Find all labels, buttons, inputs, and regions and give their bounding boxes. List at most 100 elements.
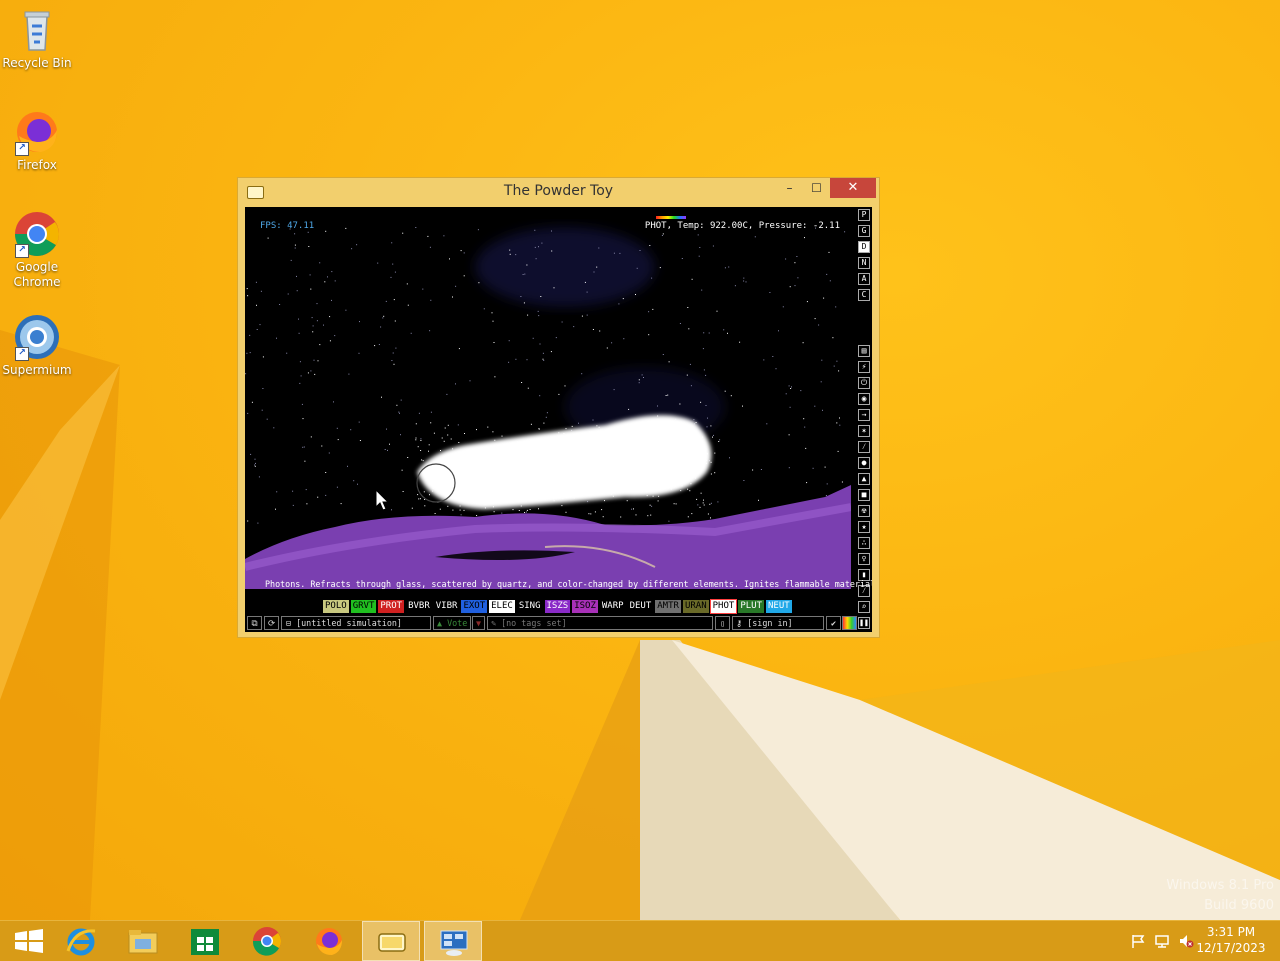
- category-force-icon[interactable]: →: [858, 409, 870, 421]
- start-icon: [15, 929, 43, 953]
- simulation-canvas[interactable]: [245, 207, 851, 589]
- element-bvbr-button[interactable]: BVBR: [406, 600, 432, 613]
- element-elec-button[interactable]: ELEC: [489, 600, 515, 613]
- display-mode-g-button[interactable]: G: [858, 225, 870, 237]
- recycle-bin-icon: [13, 6, 61, 54]
- element-uran-button[interactable]: URAN: [682, 600, 709, 613]
- category-solids-icon[interactable]: ■: [858, 489, 870, 501]
- element-iszs-button[interactable]: ISZS: [544, 600, 571, 613]
- volume-muted-icon[interactable]: [1178, 933, 1194, 949]
- element-phot-button[interactable]: PHOT: [709, 599, 738, 614]
- element-warp-button[interactable]: WARP: [599, 600, 626, 613]
- photon-particle: [307, 231, 309, 233]
- photon-particle: [393, 363, 395, 365]
- element-deut-button[interactable]: DEUT: [627, 600, 654, 613]
- photon-particle: [316, 320, 318, 322]
- element-grvt-button[interactable]: GRVT: [350, 600, 377, 613]
- render-options-icon[interactable]: [842, 616, 857, 630]
- desktop-icon-firefox[interactable]: ↗ Firefox: [0, 108, 74, 173]
- category-powders-icon[interactable]: ▲: [858, 473, 870, 485]
- photon-particle: [428, 444, 430, 446]
- display-mode-n-button[interactable]: N: [858, 257, 870, 269]
- taskbar-store[interactable]: [176, 921, 234, 961]
- reload-icon[interactable]: ⟳: [264, 616, 279, 630]
- taskbar-chrome[interactable]: [238, 921, 296, 961]
- element-prot-button[interactable]: PROT: [378, 600, 405, 613]
- tags-field[interactable]: ✎ [no tags set]: [487, 616, 713, 630]
- category-powered-icon[interactable]: ⏻: [858, 377, 870, 389]
- element-exot-button[interactable]: EXOT: [461, 600, 488, 613]
- taskbar-ie[interactable]: [52, 921, 110, 961]
- category-explosives-icon[interactable]: ✶: [858, 425, 870, 437]
- photon-particle: [541, 242, 543, 244]
- new-simulation-icon[interactable]: ▯: [715, 616, 730, 630]
- display-mode-p-button[interactable]: P: [858, 209, 870, 221]
- element-plut-button[interactable]: PLUT: [738, 600, 764, 613]
- taskbar-control-panel[interactable]: [424, 921, 482, 961]
- category-special-icon[interactable]: ★: [858, 521, 870, 533]
- photon-particle: [329, 340, 331, 342]
- photon-particle: [545, 416, 547, 418]
- game-area[interactable]: FPS: 47.11 PHOT, Temp: 922.00C, Pressure…: [245, 207, 872, 632]
- photon-particle: [391, 509, 392, 511]
- photon-particle: [601, 509, 603, 511]
- category-radioactive-icon[interactable]: ☢: [858, 505, 870, 517]
- photon-particle: [785, 258, 787, 260]
- sign-in-button[interactable]: ⚷ [sign in]: [732, 616, 824, 630]
- system-clock[interactable]: 3:31 PM 12/17/2023: [1196, 924, 1266, 956]
- display-mode-a-button[interactable]: A: [858, 273, 870, 285]
- photon-particle: [254, 464, 256, 466]
- category-electronics-icon[interactable]: ⚡: [858, 361, 870, 373]
- element-amtr-button[interactable]: AMTR: [655, 600, 681, 613]
- category-tools-icon[interactable]: ♀: [858, 553, 870, 565]
- photon-particle: [555, 337, 557, 339]
- open-browser-icon[interactable]: ⧉: [247, 616, 262, 630]
- photon-particle: [641, 374, 643, 376]
- category-walls-icon[interactable]: ▤: [858, 345, 870, 357]
- photon-particle: [378, 344, 380, 345]
- taskbar-file-explorer[interactable]: [114, 921, 172, 961]
- photon-particle: [493, 511, 495, 513]
- minimize-button[interactable]: –: [776, 178, 803, 198]
- element-sing-button[interactable]: SING: [516, 600, 543, 613]
- close-button[interactable]: ✕: [830, 178, 876, 198]
- taskbar-firefox[interactable]: [300, 921, 358, 961]
- category-gases-icon[interactable]: ⁄: [858, 441, 870, 453]
- maximize-button[interactable]: ☐: [803, 178, 830, 198]
- vote-up-button[interactable]: ▲ Vote: [433, 616, 471, 630]
- desktop-icon-supermium[interactable]: ↗ Supermium: [0, 313, 74, 378]
- photon-particle: [276, 491, 278, 493]
- photon-particle: [394, 271, 396, 273]
- element-isoz-button[interactable]: ISOZ: [572, 600, 598, 613]
- search-icon[interactable]: ⌕: [858, 601, 870, 613]
- desktop-icon-recycle-bin[interactable]: Recycle Bin: [0, 6, 74, 71]
- taskbar-powder-toy[interactable]: [362, 921, 420, 961]
- element-vibr-button[interactable]: VIBR: [433, 600, 460, 613]
- category-sensors-icon[interactable]: ◉: [858, 393, 870, 405]
- display-mode-d-button[interactable]: D: [858, 241, 870, 253]
- element-neut-button[interactable]: NEUT: [766, 600, 792, 613]
- category-liquids-icon[interactable]: ●: [858, 457, 870, 469]
- photon-particle: [705, 374, 707, 376]
- settings-check-icon[interactable]: ✔: [826, 616, 841, 630]
- photon-particle: [400, 434, 401, 436]
- powder-toy-window[interactable]: The Powder Toy – ☐ ✕ FPS: 47.11 PHOT, Te…: [237, 177, 880, 638]
- photon-particle: [581, 315, 583, 317]
- category-game-of-life-icon[interactable]: ∴: [858, 537, 870, 549]
- start-button[interactable]: [0, 921, 58, 961]
- window-titlebar[interactable]: The Powder Toy – ☐ ✕: [238, 178, 879, 207]
- element-polo-button[interactable]: POLO: [323, 600, 349, 613]
- network-icon[interactable]: [1154, 933, 1170, 949]
- photon-particle: [714, 452, 716, 454]
- photon-particle: [249, 352, 251, 354]
- vote-down-button[interactable]: ▼: [472, 616, 485, 630]
- photon-particle: [542, 352, 544, 354]
- desktop-icon-chrome[interactable]: ↗ Google Chrome: [0, 210, 74, 290]
- watermark-build: Build 9600: [1204, 898, 1274, 913]
- display-mode-c-button[interactable]: C: [858, 289, 870, 301]
- action-center-flag-icon[interactable]: [1130, 933, 1146, 949]
- photon-particle: [310, 370, 312, 372]
- save-name-field[interactable]: ⊟ [untitled simulation]: [281, 616, 431, 630]
- photon-particle: [775, 368, 777, 370]
- photon-particle: [673, 503, 675, 505]
